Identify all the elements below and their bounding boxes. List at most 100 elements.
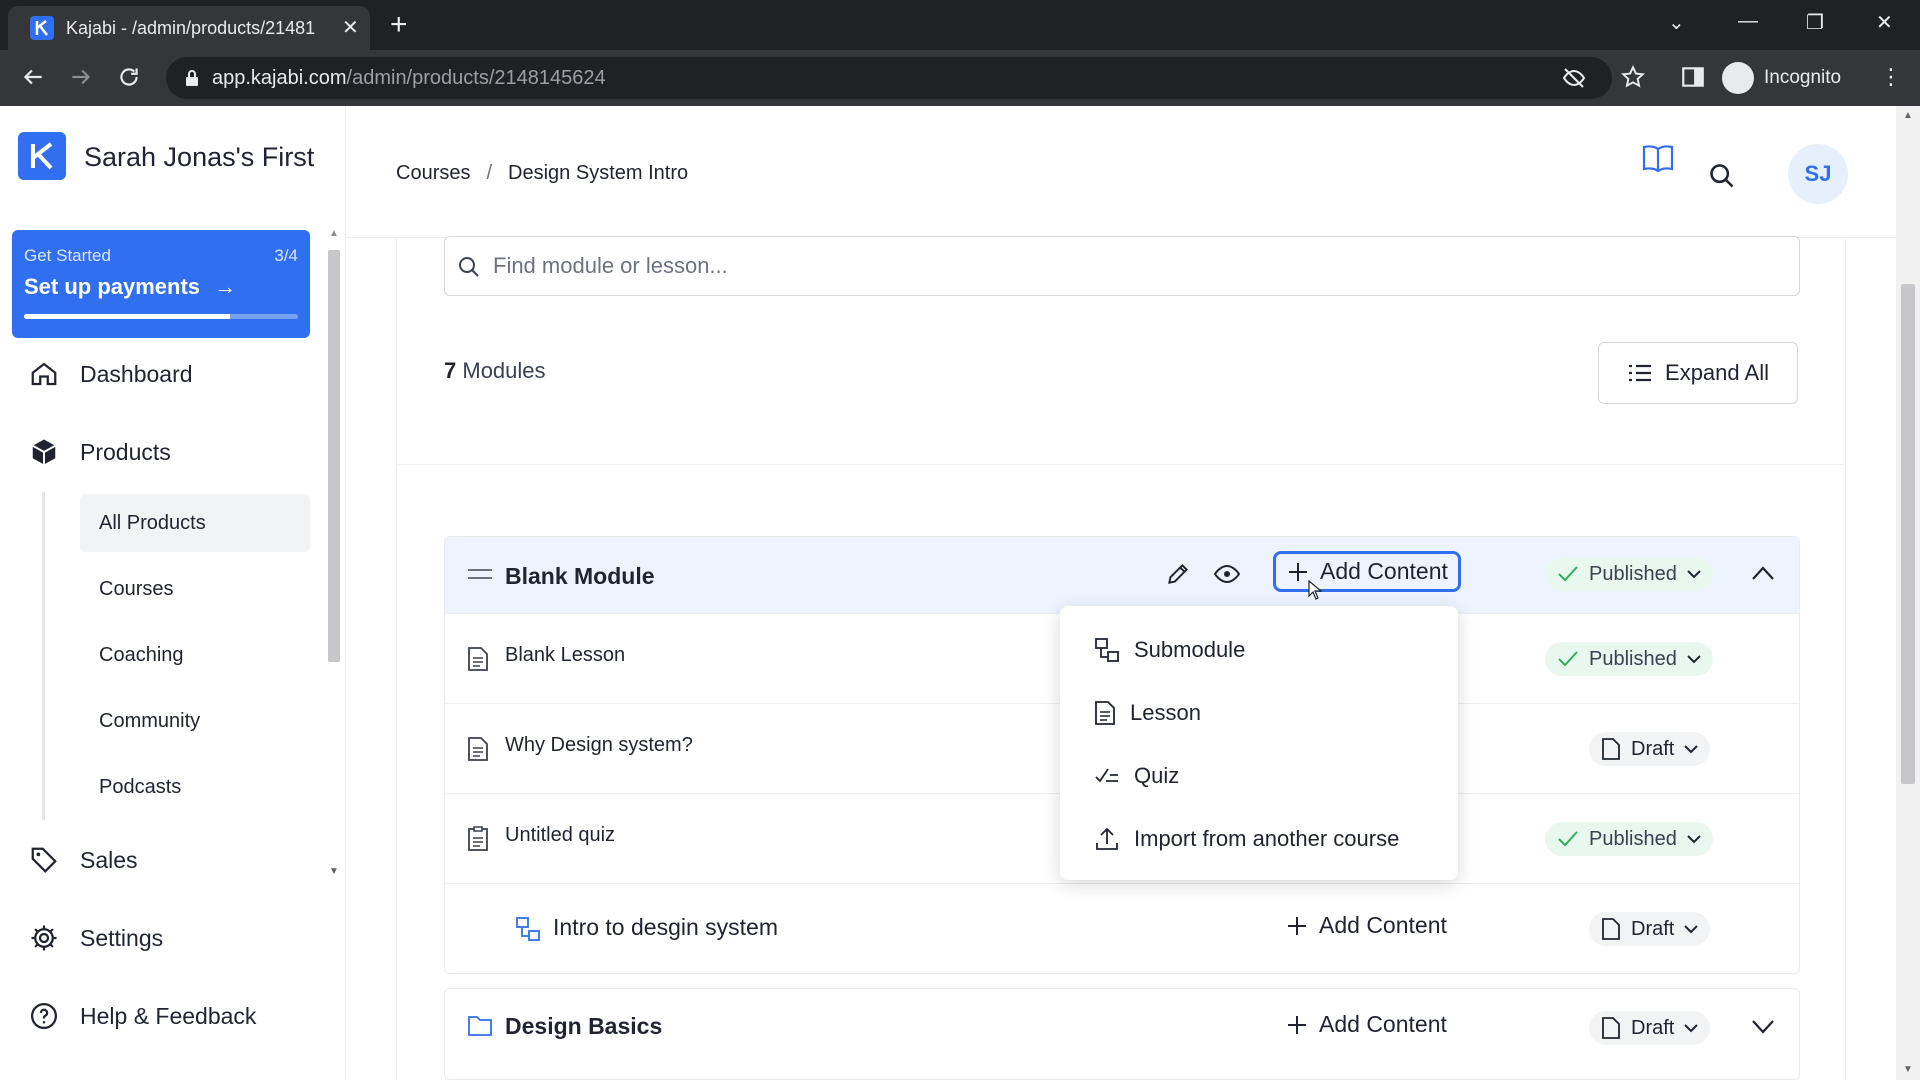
check-icon: [1557, 565, 1579, 583]
menu-item-quiz[interactable]: Quiz: [1094, 756, 1179, 796]
scroll-up-icon[interactable]: ▲: [329, 228, 339, 239]
browser-tab-bar: Kajabi - /admin/products/21481 ✕ + ⌄ — ❐…: [0, 0, 1920, 50]
scroll-down-icon[interactable]: ▼: [1903, 1064, 1913, 1075]
add-content-button[interactable]: Add Content: [1285, 1011, 1447, 1038]
back-icon[interactable]: [20, 64, 46, 90]
sidebar-subitem-podcasts[interactable]: Podcasts: [80, 758, 310, 816]
browser-tab[interactable]: Kajabi - /admin/products/21481 ✕: [8, 6, 370, 50]
forward-icon[interactable]: [68, 64, 94, 90]
close-window-icon[interactable]: ✕: [1876, 10, 1893, 35]
incognito-profile[interactable]: Incognito: [1722, 56, 1898, 100]
pencil-icon[interactable]: [1165, 561, 1191, 587]
sidebar-item-label: Help & Feedback: [80, 1002, 257, 1029]
sidebar-subitem-coaching[interactable]: Coaching: [80, 626, 310, 684]
menu-item-import[interactable]: Import from another course: [1094, 819, 1399, 859]
sidebar-item-sales[interactable]: Sales: [28, 840, 138, 880]
sidebar-scroll-thumb[interactable]: [328, 250, 340, 662]
bookmark-star-icon[interactable]: [1620, 64, 1646, 90]
site-name[interactable]: Sarah Jonas's First: [84, 142, 314, 173]
sidebar-item-products[interactable]: Products: [28, 432, 171, 472]
breadcrumb-courses[interactable]: Courses: [396, 162, 470, 184]
add-content-button[interactable]: Add Content: [1273, 551, 1461, 592]
sidebar-scrollbar[interactable]: ▲ ▼: [324, 224, 344, 884]
side-panel-icon[interactable]: [1680, 64, 1706, 90]
add-content-label: Add Content: [1319, 912, 1447, 938]
status-dropdown[interactable]: Draft: [1589, 1011, 1711, 1045]
status-dropdown[interactable]: Published: [1545, 642, 1713, 676]
sidebar-subitem-community[interactable]: Community: [80, 692, 310, 750]
close-tab-icon[interactable]: ✕: [342, 18, 359, 38]
sidebar-item-settings[interactable]: Settings: [28, 918, 163, 958]
minimize-icon[interactable]: —: [1738, 10, 1758, 33]
chevron-up-icon[interactable]: [1751, 565, 1775, 581]
url-text: app.kajabi.com/admin/products/2148145624: [212, 67, 606, 89]
menu-item-submodule[interactable]: Submodule: [1094, 630, 1245, 670]
chevron-down-icon: [1687, 654, 1701, 664]
sidebar-subitem-courses[interactable]: Courses: [80, 560, 310, 618]
chevron-down-icon[interactable]: [1751, 1019, 1775, 1035]
browser-menu-icon[interactable]: ⋮: [1880, 64, 1902, 90]
status-dropdown[interactable]: Draft: [1589, 912, 1711, 946]
submodule-row[interactable]: Intro to desgin system Add Content Draft: [445, 883, 1799, 973]
kajabi-favicon-icon: [30, 16, 54, 40]
draft-page-icon: [1601, 1017, 1621, 1039]
status-dropdown[interactable]: Published: [1545, 822, 1713, 856]
draft-page-icon: [1601, 918, 1621, 940]
search-icon[interactable]: [1702, 156, 1742, 196]
lesson-icon: [467, 736, 491, 762]
products-subnav-line: [42, 492, 45, 820]
expand-all-button[interactable]: Expand All: [1598, 342, 1798, 404]
lesson-title: Why Design system?: [505, 734, 693, 756]
submodule-icon: [1094, 637, 1120, 663]
lesson-icon: [467, 646, 491, 672]
breadcrumb-separator: /: [486, 162, 493, 184]
submodule-title: Intro to desgin system: [553, 914, 778, 940]
menu-item-lesson[interactable]: Lesson: [1094, 693, 1201, 733]
module-search-input[interactable]: [493, 237, 1773, 295]
scroll-up-icon[interactable]: ▲: [1903, 110, 1913, 121]
add-content-button[interactable]: Add Content: [1285, 912, 1447, 939]
module-card[interactable]: Design Basics Add Content Draft: [444, 988, 1800, 1080]
book-icon[interactable]: [1638, 138, 1678, 178]
plus-icon: [1285, 914, 1309, 938]
eye-off-icon[interactable]: [1562, 67, 1586, 89]
main-scrollbar[interactable]: ▲ ▼: [1896, 106, 1920, 1080]
user-avatar[interactable]: SJ: [1788, 144, 1848, 204]
lesson-icon: [1094, 700, 1116, 726]
sidebar: Sarah Jonas's First Get Started 3/4 Set …: [0, 106, 346, 1080]
sidebar-item-dashboard[interactable]: Dashboard: [28, 354, 193, 394]
add-content-label: Add Content: [1320, 558, 1448, 584]
menu-item-label: Quiz: [1134, 763, 1180, 788]
list-icon: [1627, 362, 1653, 384]
status-dropdown[interactable]: Published: [1545, 557, 1713, 591]
lock-icon[interactable]: [184, 69, 200, 87]
scroll-down-icon[interactable]: ▼: [329, 866, 339, 877]
module-header[interactable]: Blank Module Add Content Published: [445, 537, 1799, 613]
kajabi-logo-icon[interactable]: [18, 132, 66, 180]
chevron-down-icon: [1687, 569, 1701, 579]
status-label: Published: [1589, 647, 1677, 670]
chevron-down-icon: [1687, 834, 1701, 844]
get-started-card[interactable]: Get Started 3/4 Set up payments →: [12, 230, 310, 338]
tab-search-icon[interactable]: ⌄: [1668, 10, 1685, 35]
quiz-icon: [467, 826, 491, 852]
drag-handle-icon[interactable]: [467, 567, 493, 581]
main-scroll-thumb[interactable]: [1901, 284, 1915, 784]
module-title: Design Basics: [505, 1013, 663, 1039]
sidebar-item-help[interactable]: Help & Feedback: [28, 996, 256, 1036]
sidebar-subitem-all-products[interactable]: All Products: [80, 494, 310, 552]
reload-icon[interactable]: [116, 64, 142, 90]
get-started-progress: [24, 314, 298, 319]
restore-icon[interactable]: ❐: [1806, 10, 1824, 35]
new-tab-icon[interactable]: +: [390, 10, 408, 40]
eye-icon[interactable]: [1213, 563, 1241, 585]
upload-icon: [1094, 826, 1120, 852]
sidebar-item-label: Settings: [80, 924, 164, 951]
address-bar[interactable]: app.kajabi.com/admin/products/2148145624: [166, 57, 1612, 99]
module-search-box[interactable]: [444, 236, 1800, 296]
sidebar-item-label: Sales: [80, 846, 138, 873]
menu-item-label: Lesson: [1130, 700, 1201, 725]
get-started-count: 3/4: [274, 246, 298, 265]
status-dropdown[interactable]: Draft: [1589, 732, 1711, 766]
help-circle-icon: [28, 1000, 60, 1032]
